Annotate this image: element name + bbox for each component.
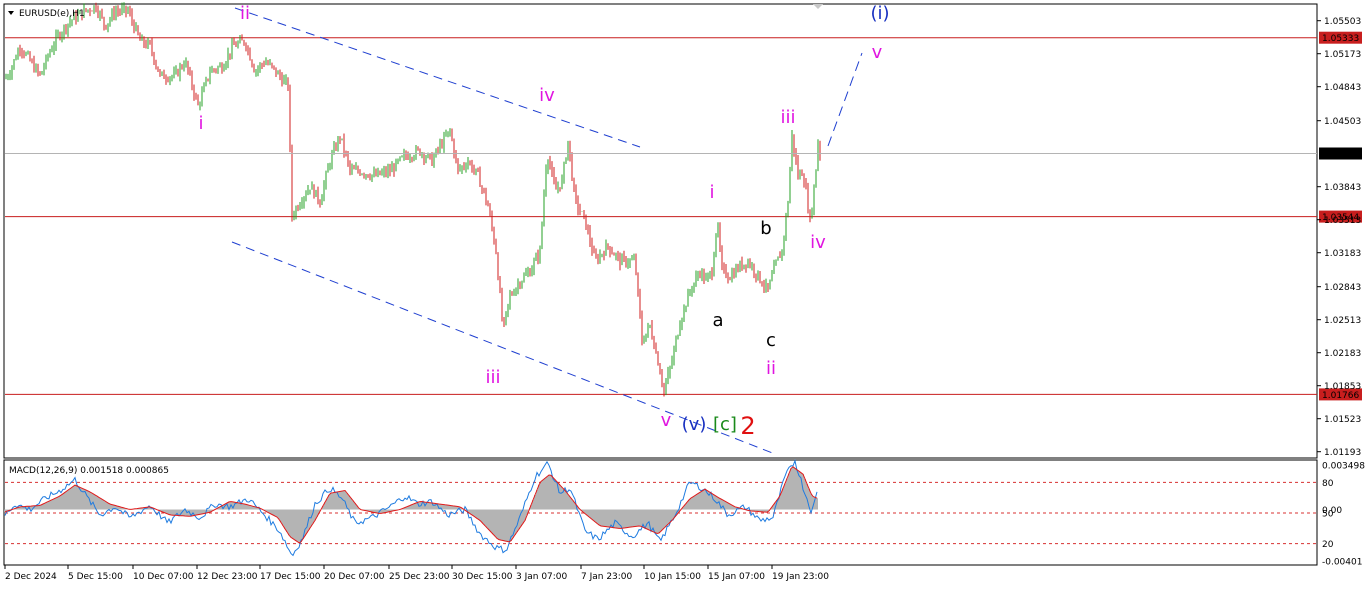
time-tick-label: 17 Dec 15:00 (260, 572, 321, 582)
time-tick-label: 10 Jan 15:00 (644, 572, 701, 582)
symbol-label: EURUSD(e),H1 (19, 9, 85, 19)
wave-label-bracket-c[interactable]: [c] (713, 414, 737, 435)
wave-label-ii-low[interactable]: ii (766, 358, 776, 379)
wave-label-paren-i[interactable]: (i) (870, 3, 889, 24)
price-tick-label: 1.02183 (1324, 349, 1361, 359)
price-tick-label: 1.03513 (1324, 216, 1361, 226)
time-tick-label: 19 Jan 23:00 (772, 572, 829, 582)
wave-label-iv-top[interactable]: iv (539, 85, 555, 106)
trading-chart[interactable]: 1.053331.035441.01766 1.04175 iiiiviiivi… (0, 0, 1366, 588)
price-tick-label: 1.05173 (1324, 50, 1361, 60)
time-tick-label: 30 Dec 15:00 (452, 572, 513, 582)
wave-label-iii-bottom[interactable]: iii (485, 367, 500, 388)
wave-label-paren-v[interactable]: (v) (682, 414, 707, 435)
macd-title: MACD(12,26,9) 0.001518 0.000865 (9, 466, 169, 476)
macd-axis-label: 20 (1322, 540, 1334, 550)
wave-label-degree-i[interactable]: i (198, 113, 203, 134)
wave-label-abc-c[interactable]: c (766, 330, 776, 351)
current-price-value: 1.04175 (1322, 150, 1359, 160)
price-tick-label: 1.02513 (1324, 316, 1361, 326)
time-tick-label: 10 Dec 07:00 (133, 572, 194, 582)
wave-label-iii-high[interactable]: iii (780, 107, 795, 128)
price-tick-label: 1.01853 (1324, 382, 1361, 392)
wave-label-v-bottom[interactable]: v (661, 410, 672, 431)
wave-label-ii-top[interactable]: ii (240, 3, 250, 24)
price-tick-label: 1.01193 (1324, 448, 1361, 458)
price-tick-label: 1.03183 (1324, 249, 1361, 259)
price-tick-label: 1.04843 (1324, 83, 1361, 93)
macd-axis-label: 0.00 (1322, 506, 1342, 516)
price-tick-label: 1.03843 (1324, 183, 1361, 193)
price-level-value: 1.05333 (1322, 34, 1359, 44)
time-tick-label: 7 Jan 23:00 (581, 572, 633, 582)
wave-label-abc-a[interactable]: a (712, 310, 723, 331)
time-tick-label: 3 Jan 07:00 (516, 572, 568, 582)
macd-axis-label: -0.00401 (1322, 558, 1362, 568)
price-tick-label: 1.04503 (1324, 117, 1361, 127)
price-tick-label: 1.01523 (1324, 415, 1361, 425)
price-tick-label: 1.02843 (1324, 283, 1361, 293)
price-tick-label: 1.05503 (1324, 17, 1361, 27)
price-level-value: 1.01766 (1322, 391, 1359, 401)
wave-label-abc-b[interactable]: b (760, 218, 771, 239)
time-tick-label: 12 Dec 23:00 (197, 572, 258, 582)
wave-label-target-v[interactable]: v (872, 42, 883, 63)
time-tick-label: 25 Dec 23:00 (389, 572, 450, 582)
time-tick-label: 15 Jan 07:00 (708, 572, 765, 582)
wave-label-iv-low[interactable]: iv (810, 232, 826, 253)
wave-label-big-2[interactable]: 2 (740, 412, 755, 440)
macd-axis-label: 0.003498 (1322, 462, 1365, 472)
macd-axis-label: 80 (1322, 479, 1334, 489)
time-tick-label: 2 Dec 2024 (5, 572, 57, 582)
time-tick-label: 20 Dec 07:00 (324, 572, 385, 582)
time-tick-label: 5 Dec 15:00 (68, 572, 123, 582)
wave-label-minor-i[interactable]: i (709, 182, 714, 203)
